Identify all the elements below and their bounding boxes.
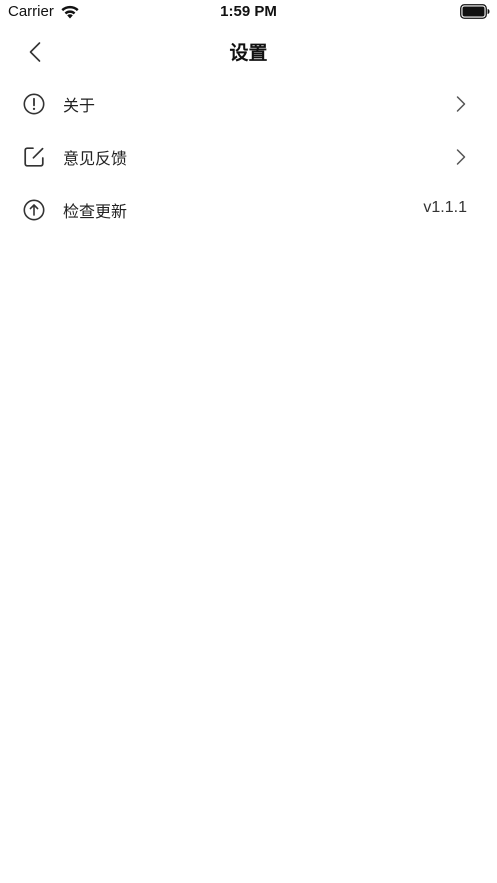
- status-bar: Carrier 1:59 PM: [0, 0, 497, 26]
- arrow-up-circle-icon: [23, 199, 45, 221]
- battery-icon: [460, 4, 490, 19]
- settings-row-label: 检查更新: [63, 202, 128, 221]
- status-time: 1:59 PM: [220, 3, 277, 20]
- chevron-right-icon: [456, 96, 466, 112]
- chevron-right-icon: [456, 149, 466, 165]
- version-value: v1.1.1: [423, 199, 467, 216]
- settings-row-label: 关于: [63, 96, 96, 115]
- navigation-bar: 设置: [0, 26, 497, 78]
- settings-screen: Carrier 1:59 PM 设置 关于 意见反馈 检查更新 v1.1.1: [0, 0, 497, 883]
- settings-list: 关于 意见反馈 检查更新 v1.1.1: [0, 78, 497, 237]
- settings-row-check-update[interactable]: 检查更新 v1.1.1: [0, 184, 497, 237]
- info-circle-icon: [23, 93, 45, 115]
- settings-row-about[interactable]: 关于: [0, 78, 497, 131]
- edit-square-icon: [24, 147, 44, 167]
- settings-row-feedback[interactable]: 意见反馈: [0, 131, 497, 184]
- page-title: 设置: [229, 42, 268, 64]
- settings-row-label: 意见反馈: [63, 149, 128, 168]
